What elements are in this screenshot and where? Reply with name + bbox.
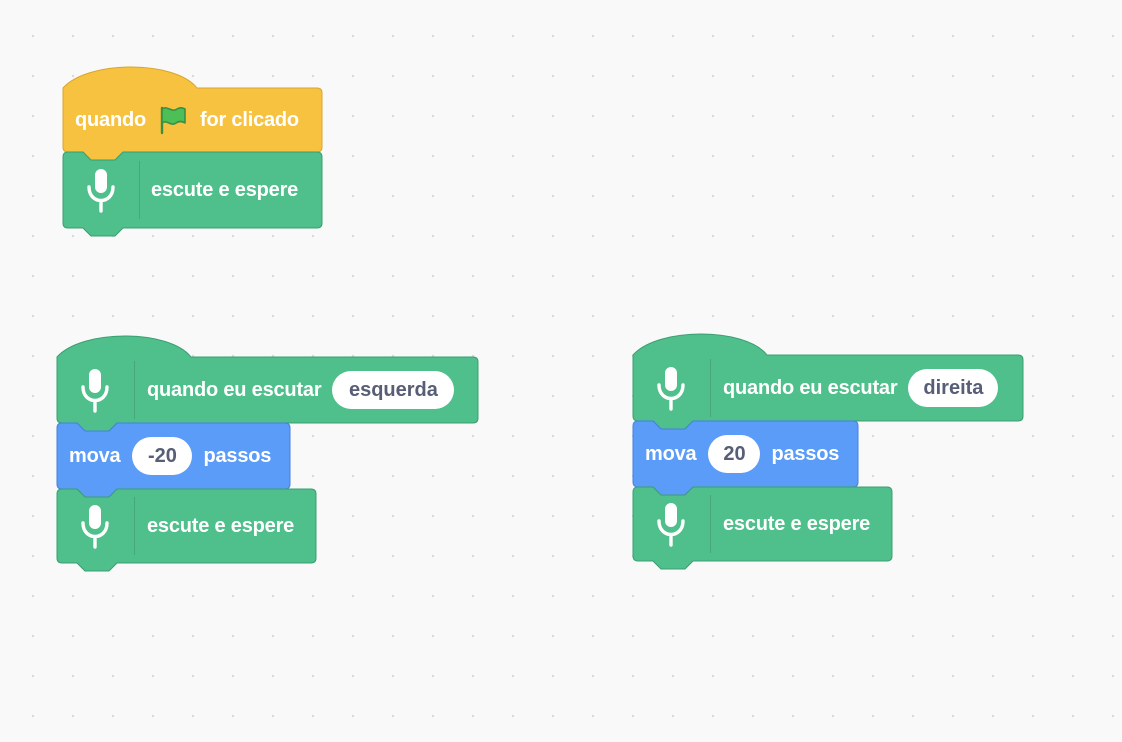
listen-and-wait-block[interactable]: escute e espere (62, 151, 323, 237)
icon-separator (710, 359, 711, 417)
steps-label: passos (771, 442, 840, 465)
green-flag-icon (158, 105, 188, 135)
phrase-input[interactable]: esquerda (332, 371, 455, 409)
icon-separator (139, 161, 140, 219)
when-i-hear-hat-block[interactable]: quando eu escutar esquerda (56, 335, 479, 432)
listen-and-wait-label: escute e espere (723, 512, 871, 535)
steps-input[interactable]: -20 (132, 437, 193, 475)
when-i-hear-label: quando eu escutar (147, 378, 322, 401)
icon-separator (134, 361, 135, 419)
listen-and-wait-label: escute e espere (151, 178, 299, 201)
microphone-icon (77, 503, 113, 549)
hat-label-for-clicado: for clicado (200, 108, 299, 131)
move-steps-block[interactable]: mova 20 passos (632, 420, 859, 496)
when-i-hear-hat-block[interactable]: quando eu escutar direita (632, 333, 1024, 430)
phrase-input[interactable]: direita (908, 369, 999, 407)
hat-label-quando: quando (75, 108, 147, 131)
move-label: mova (645, 442, 697, 465)
steps-label: passos (203, 444, 272, 467)
move-label: mova (69, 444, 121, 467)
icon-separator (134, 497, 135, 555)
move-steps-block[interactable]: mova -20 passos (56, 422, 291, 498)
microphone-icon (653, 501, 689, 547)
listen-and-wait-block[interactable]: escute e espere (632, 486, 893, 570)
listen-and-wait-label: escute e espere (147, 514, 295, 537)
listen-and-wait-block[interactable]: escute e espere (56, 488, 317, 572)
when-i-hear-label: quando eu escutar (723, 376, 898, 399)
steps-input[interactable]: 20 (708, 435, 761, 473)
when-flag-clicked-hat-block[interactable]: quando for clicado (62, 66, 323, 161)
microphone-icon (83, 167, 119, 213)
microphone-icon (77, 367, 113, 413)
microphone-icon (653, 365, 689, 411)
icon-separator (710, 495, 711, 553)
